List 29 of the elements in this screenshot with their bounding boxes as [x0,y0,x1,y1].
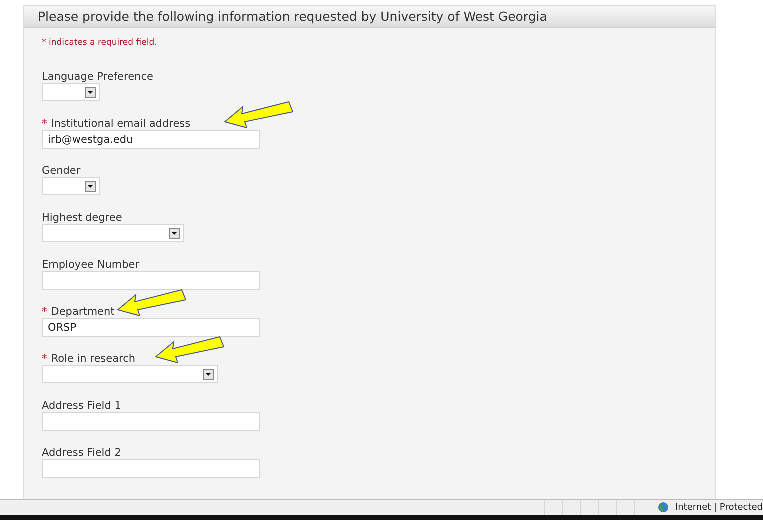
input-field[interactable] [42,271,260,290]
dropdown[interactable] [42,83,100,101]
field-label: Address Field 1 [42,400,122,412]
security-zone: Internet | Protected [675,502,763,512]
caret-icon [85,86,96,98]
input-field[interactable]: irb@westga.edu [42,130,260,149]
required-note: * indicates a required field. [42,38,158,48]
required-marker: * [42,118,48,130]
caret-icon [85,180,96,192]
field-label: Institutional email address [51,118,191,130]
input-field[interactable]: ORSP [42,318,260,337]
field-label: Highest degree [42,212,122,224]
globe-icon [658,502,670,513]
caret-icon [203,368,214,380]
required-marker: * [42,306,48,318]
field-label: Role in research [51,353,136,365]
field-label: Gender [42,165,81,177]
caret-icon [169,228,180,238]
input-field[interactable] [42,459,260,478]
field-label: Language Preference [42,71,154,83]
panel-title: Please provide the following information requested by University of West Georgia [24,6,715,28]
field-label: Employee Number [42,259,140,271]
field-label: Address Field 2 [42,447,122,459]
required-marker: * [42,353,48,365]
dropdown[interactable] [42,224,184,242]
dropdown[interactable] [42,177,100,195]
field-label: Department [51,306,115,318]
input-field[interactable] [42,412,260,431]
dropdown[interactable] [42,365,218,383]
